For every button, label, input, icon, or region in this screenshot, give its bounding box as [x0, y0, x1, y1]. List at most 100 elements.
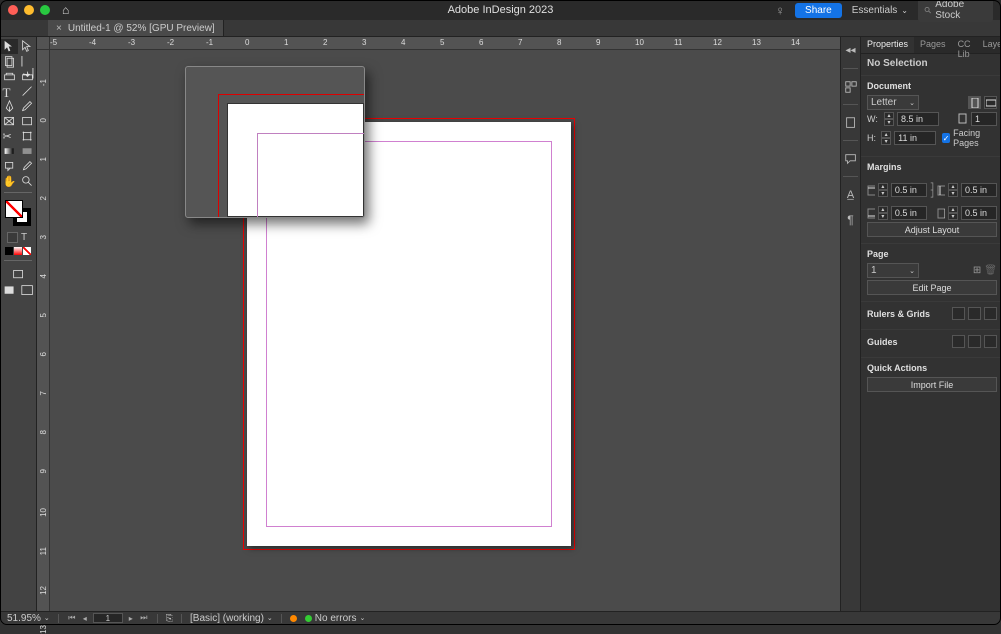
zoom-tool[interactable]	[18, 174, 36, 189]
gradient-swatch-tool[interactable]	[0, 144, 18, 159]
screen-mode-preview[interactable]	[0, 283, 18, 298]
height-input[interactable]	[894, 131, 936, 145]
rectangle-tool[interactable]	[18, 114, 36, 129]
formatting-text-icon[interactable]: T	[19, 232, 30, 243]
import-file-button[interactable]: Import File	[867, 377, 997, 392]
tab-cclib[interactable]: CC Lib	[952, 37, 977, 53]
margin-bottom-input[interactable]	[891, 206, 927, 220]
apply-gradient[interactable]	[14, 247, 22, 255]
screen-mode-presentation[interactable]	[18, 283, 36, 298]
discover-icon[interactable]: ♀	[775, 3, 785, 18]
page-preset-select[interactable]: Letter⌄	[867, 95, 919, 110]
apply-none[interactable]	[23, 247, 31, 255]
width-stepper[interactable]: ▴▾	[884, 112, 894, 126]
margin-right-input[interactable]	[961, 206, 997, 220]
scissors-tool[interactable]: ✂	[0, 129, 18, 144]
vertical-ruler[interactable]: -1012345678910111213	[37, 50, 50, 612]
margin-top-input[interactable]	[891, 183, 927, 197]
margin-left-input[interactable]	[961, 183, 997, 197]
workspace-switcher[interactable]: Essentials ⌄	[852, 5, 908, 16]
dock-expand-icon[interactable]: ◂◂	[843, 43, 858, 58]
current-page-input[interactable]	[93, 613, 123, 623]
note-tool[interactable]	[0, 159, 18, 174]
close-window-button[interactable]	[8, 5, 18, 15]
width-input[interactable]	[897, 112, 939, 126]
line-tool[interactable]	[18, 84, 36, 99]
rulers-toggle[interactable]	[952, 307, 965, 320]
margin-bottom-stepper[interactable]: ▴▾	[878, 206, 888, 220]
pencil-tool[interactable]	[18, 99, 36, 114]
delete-page-icon[interactable]: 🗑	[984, 265, 997, 276]
fill-swatch[interactable]	[5, 200, 23, 218]
page-section-title: Page	[867, 246, 997, 261]
save-status[interactable]	[290, 615, 297, 622]
next-page-button[interactable]: ▸	[126, 614, 136, 623]
tab-pages[interactable]: Pages	[914, 37, 952, 53]
fill-stroke-swatch[interactable]	[5, 200, 31, 226]
last-page-button[interactable]: ⏭	[139, 613, 149, 623]
cc-libraries-icon[interactable]	[843, 79, 858, 94]
paragraph-panel-icon[interactable]: ¶	[843, 212, 858, 227]
home-icon[interactable]: ⌂	[62, 3, 69, 17]
gradient-feather-tool[interactable]	[18, 144, 36, 159]
type-tool[interactable]: T	[0, 84, 18, 99]
content-placer-tool[interactable]	[18, 69, 36, 84]
adobe-stock-search[interactable]: Adobe Stock	[918, 0, 993, 22]
tab-properties[interactable]: Properties	[861, 37, 914, 53]
margin-left-stepper[interactable]: ▴▾	[948, 183, 958, 197]
share-button[interactable]: Share	[795, 3, 842, 18]
height-stepper[interactable]: ▴▾	[881, 131, 891, 145]
smart-guides-toggle[interactable]	[968, 335, 981, 348]
content-collector-tool[interactable]	[0, 69, 18, 84]
facing-pages-checkbox[interactable]: ✓	[942, 133, 950, 143]
ruler-origin[interactable]	[37, 37, 50, 50]
document-grid-toggle[interactable]	[984, 307, 997, 320]
maximize-window-button[interactable]	[40, 5, 50, 15]
screen-mode-status[interactable]: [Basic] (working) ⌄	[190, 613, 273, 624]
free-transform-tool[interactable]	[18, 129, 36, 144]
ruler-tick: 3	[362, 38, 366, 47]
guides-visibility-toggle[interactable]	[952, 335, 965, 348]
canvas[interactable]	[50, 50, 840, 612]
tab-layers[interactable]: Layers	[977, 37, 1001, 53]
open-panel-icon[interactable]: ⎘	[166, 613, 173, 624]
first-page-button[interactable]: ⏮	[67, 613, 77, 623]
page-tool[interactable]	[0, 54, 18, 69]
baseline-grid-toggle[interactable]	[968, 307, 981, 320]
zoom-level[interactable]: 51.95%⌄	[7, 613, 50, 624]
page-number-select[interactable]: 1⌄	[867, 263, 919, 278]
chevron-down-icon: ⌄	[359, 614, 365, 622]
horizontal-ruler[interactable]: -5-4-3-2-101234567891011121314	[50, 37, 840, 50]
adjust-layout-button[interactable]: Adjust Layout	[867, 222, 997, 237]
margin-right-stepper[interactable]: ▴▾	[948, 206, 958, 220]
add-page-icon[interactable]: ⊞	[973, 265, 981, 276]
selection-tool[interactable]	[0, 39, 18, 54]
prev-page-button[interactable]: ◂	[80, 614, 90, 623]
minimize-window-button[interactable]	[24, 5, 34, 15]
snap-guides-toggle[interactable]	[984, 335, 997, 348]
screen-mode-normal[interactable]	[12, 268, 25, 281]
gap-tool[interactable]: |↔|	[18, 54, 36, 69]
margin-top-stepper[interactable]: ▴▾	[878, 183, 888, 197]
pen-tool[interactable]	[0, 99, 18, 114]
orientation-landscape[interactable]	[984, 96, 997, 109]
close-tab-icon[interactable]: ×	[56, 23, 62, 34]
apply-color[interactable]	[5, 247, 13, 255]
hand-tool[interactable]: ✋	[0, 174, 18, 189]
edit-page-button[interactable]: Edit Page	[867, 280, 997, 295]
ruler-tick: 5	[440, 38, 444, 47]
character-panel-icon[interactable]: A̲	[843, 187, 858, 202]
document-tab[interactable]: × Untitled-1 @ 52% [GPU Preview]	[48, 20, 224, 36]
preflight-status[interactable]: No errors ⌄	[305, 613, 366, 624]
direct-selection-tool[interactable]	[18, 39, 36, 54]
formatting-container-icon[interactable]	[7, 232, 18, 243]
orientation-portrait[interactable]	[968, 96, 981, 109]
rectangle-frame-tool[interactable]	[0, 114, 18, 129]
comments-panel-icon[interactable]	[843, 151, 858, 166]
pages-count-input[interactable]	[971, 112, 997, 126]
link-margins-icon[interactable]	[930, 176, 934, 204]
ruler-tick: 0	[39, 118, 48, 122]
navigator-popup[interactable]	[185, 66, 365, 218]
pages-panel-icon[interactable]	[843, 115, 858, 130]
eyedropper-tool[interactable]	[18, 159, 36, 174]
